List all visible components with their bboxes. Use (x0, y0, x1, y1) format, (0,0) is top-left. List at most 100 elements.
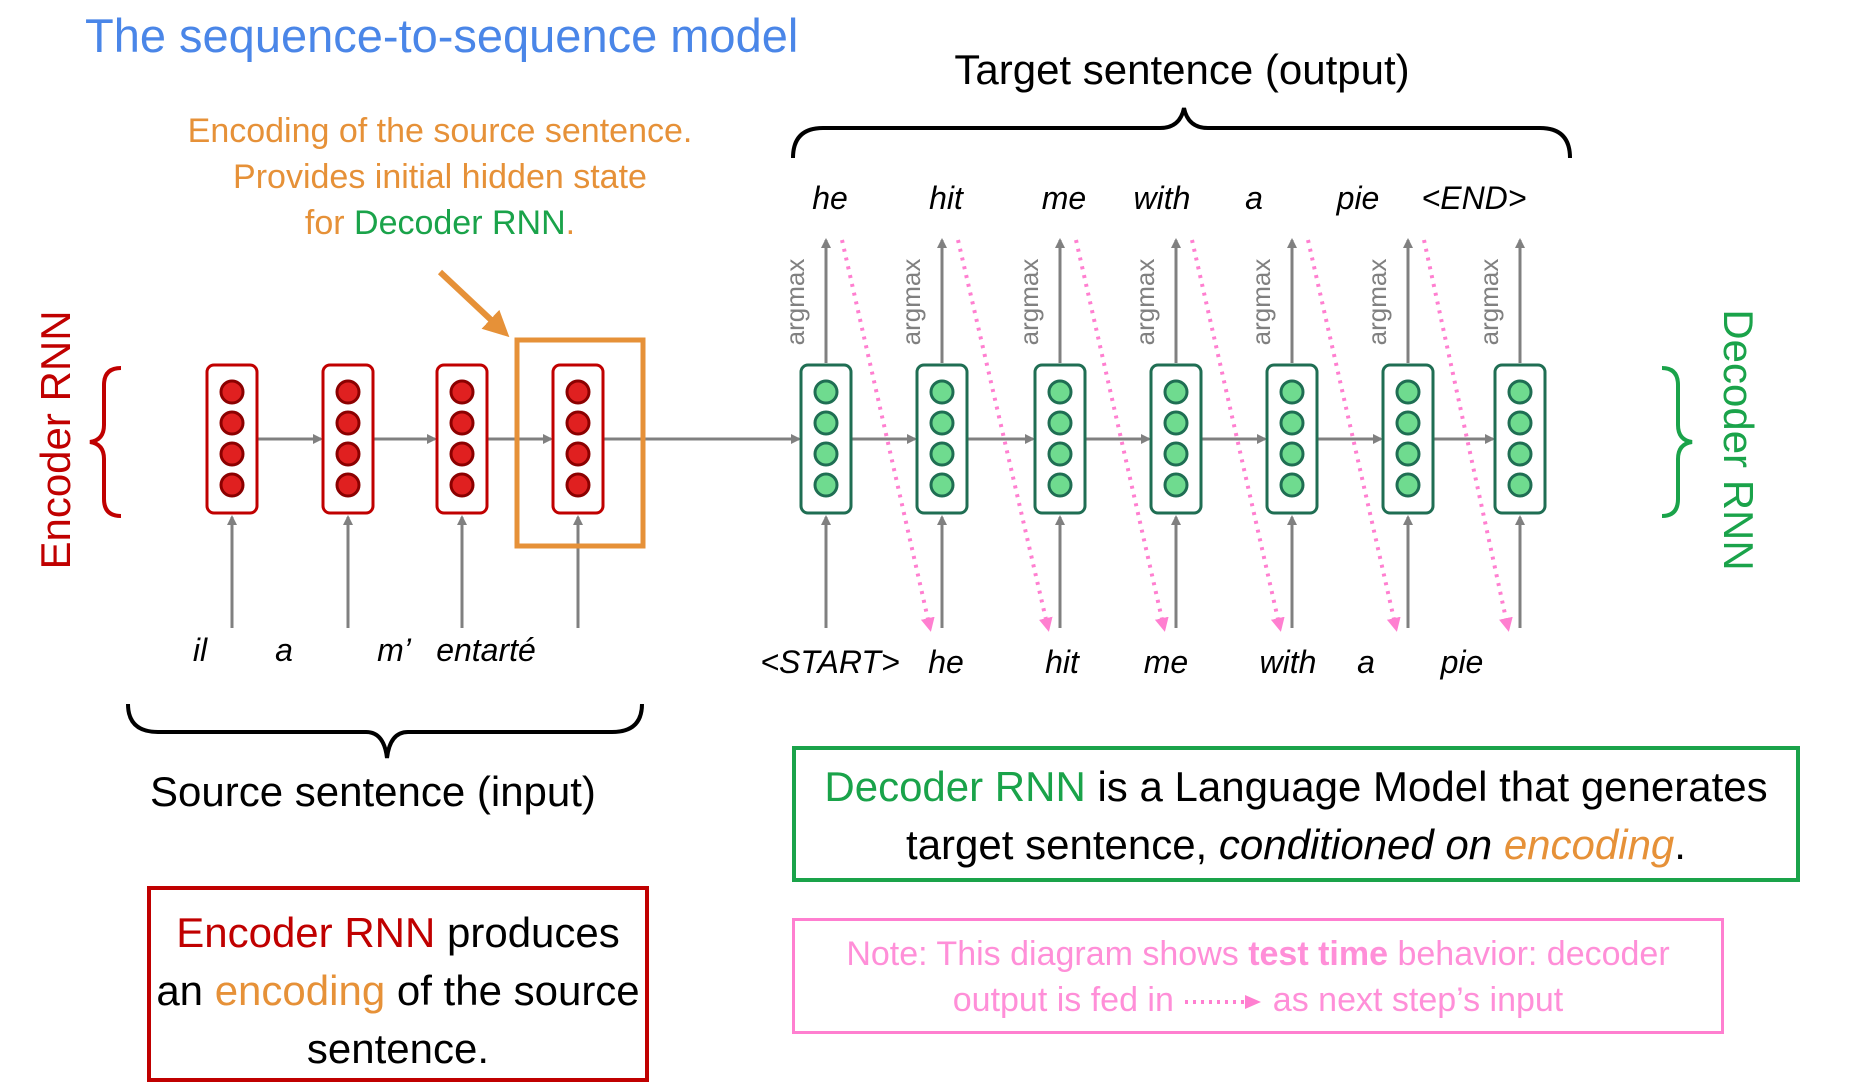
decoder-hidden-unit (1163, 379, 1189, 405)
decoder-output-word: hit (929, 180, 963, 216)
decoder-hidden-unit (1507, 472, 1533, 498)
decoder-output-word: me (1041, 180, 1087, 216)
decoder-hidden-unit (1395, 410, 1421, 436)
encoding-annotation-line3-suffix: . (565, 204, 576, 242)
decoder-hidden-unit (1279, 410, 1305, 436)
encoding-annotation: Encoding of the source sentence. Provide… (160, 108, 720, 246)
decoder-hidden-unit (1047, 441, 1073, 467)
argmax-label: argmax (896, 259, 926, 346)
note-test-time: test time (1248, 935, 1389, 973)
encoder-hidden-unit (565, 410, 591, 436)
decoder-hidden-unit (1279, 441, 1305, 467)
diagram: argmax argmax argmax argmax argmax argmax argm… (0, 0, 1874, 1082)
decoder-hidden-unit (813, 379, 839, 405)
encoder-rnn-side-label: Encoder RNN (32, 310, 79, 570)
decoder-description-box: Decoder RNN is a Language Model that gen… (792, 746, 1800, 882)
decoder-hidden-unit (1163, 441, 1189, 467)
decoder-input-word: he (928, 644, 964, 680)
decoder-box-conditioned: conditioned on (1218, 821, 1493, 868)
decoder-box-space (1492, 821, 1504, 868)
decoder-hidden-unit (1163, 410, 1189, 436)
encoding-annotation-line1: Encoding of the source sentence. (187, 112, 693, 150)
argmax-label: argmax (1014, 259, 1044, 346)
decoder-input-word: pie (1440, 644, 1484, 680)
argmax-label: argmax (780, 259, 810, 346)
source-word: entarté (436, 632, 536, 668)
source-sentence-label: Source sentence (input) (150, 768, 596, 815)
page-title: The sequence-to-sequence model (85, 9, 799, 62)
decoder-hidden-unit (1395, 379, 1421, 405)
source-word: il (192, 632, 208, 668)
decoder-hidden-unit (1395, 441, 1421, 467)
test-time-note-box: Note: This diagram shows test time behav… (792, 918, 1724, 1034)
decoder-input-word: hit (1045, 644, 1079, 680)
decoder-rnn-side-label: Decoder RNN (1715, 309, 1762, 571)
encoder-box-encoding: encoding (214, 967, 386, 1014)
encoder-hidden-unit (449, 472, 475, 498)
decoder-hidden-unit (1047, 410, 1073, 436)
decoder-input-word: with (1259, 644, 1317, 680)
decoder-hidden-unit (813, 472, 839, 498)
argmax-label: argmax (1362, 259, 1392, 346)
encoding-annotation-line2: Provides initial hidden state (233, 158, 647, 196)
target-sentence-brace (791, 107, 1572, 159)
decoder-output-word: with (1133, 180, 1191, 216)
decoder-hidden-unit (813, 410, 839, 436)
argmax-label: argmax (1246, 259, 1276, 346)
encoder-hidden-unit (449, 410, 475, 436)
decoder-hidden-unit (1395, 472, 1421, 498)
decoder-output-word: a (1245, 180, 1263, 216)
encoding-annotation-decoder-rnn: Decoder RNN (354, 204, 566, 242)
decoder-hidden-unit (929, 441, 955, 467)
decoder-hidden-unit (1047, 472, 1073, 498)
decoder-hidden-unit (1507, 441, 1533, 467)
decoder-box-decoder-rnn: Decoder RNN (824, 763, 1086, 810)
decoder-input-word: a (1357, 644, 1375, 680)
target-sentence-label: Target sentence (output) (954, 46, 1410, 93)
decoder-brace (1661, 366, 1693, 518)
encoder-hidden-unit (219, 441, 245, 467)
decoder-hidden-unit (1279, 472, 1305, 498)
decoder-output-word: pie (1336, 180, 1380, 216)
encoder-hidden-unit (565, 379, 591, 405)
encoder-description-box: Encoder RNN produces an encoding of the … (147, 886, 649, 1082)
encoder-hidden-unit (335, 441, 361, 467)
decoder-input-word: me (1143, 644, 1189, 680)
decoder-hidden-unit (1507, 379, 1533, 405)
decoder-output-word: he (812, 180, 848, 216)
encoding-annotation-line3-prefix: for (304, 204, 355, 242)
decoder-input-word: <START> (760, 644, 900, 680)
source-word: a (275, 632, 293, 668)
decoder-output-word: <END> (1421, 180, 1527, 216)
decoder-hidden-unit (929, 379, 955, 405)
source-word: m’ (377, 632, 411, 668)
decoder-hidden-unit (813, 441, 839, 467)
encoder-hidden-unit (335, 472, 361, 498)
encoder-box-encoder-rnn: Encoder RNN (176, 909, 436, 956)
decoder-box-encoding: encoding (1503, 821, 1675, 868)
argmax-label: argmax (1474, 259, 1504, 346)
encoder-hidden-unit (565, 472, 591, 498)
encoder-hidden-unit (335, 379, 361, 405)
decoder-hidden-unit (929, 472, 955, 498)
pink-dotted-arrow-icon (1183, 992, 1263, 1012)
decoder-hidden-unit (1047, 379, 1073, 405)
decoder-hidden-unit (1279, 379, 1305, 405)
source-sentence-brace (126, 703, 644, 759)
encoder-hidden-unit (335, 410, 361, 436)
encoder-hidden-unit (449, 441, 475, 467)
encoder-hidden-unit (565, 441, 591, 467)
note-text3: as next step’s input (1263, 981, 1564, 1019)
encoder-hidden-unit (219, 410, 245, 436)
note-text1: Note: This diagram shows (846, 935, 1249, 973)
encoder-brace (89, 366, 122, 518)
encoder-hidden-unit (219, 379, 245, 405)
encoder-hidden-unit (219, 472, 245, 498)
encoding-pointer-arrow (437, 269, 510, 338)
decoder-hidden-unit (929, 410, 955, 436)
argmax-label: argmax (1130, 259, 1160, 346)
encoder-hidden-unit (449, 379, 475, 405)
decoder-hidden-unit (1507, 410, 1533, 436)
decoder-box-period: . (1674, 821, 1686, 868)
decoder-hidden-unit (1163, 472, 1189, 498)
